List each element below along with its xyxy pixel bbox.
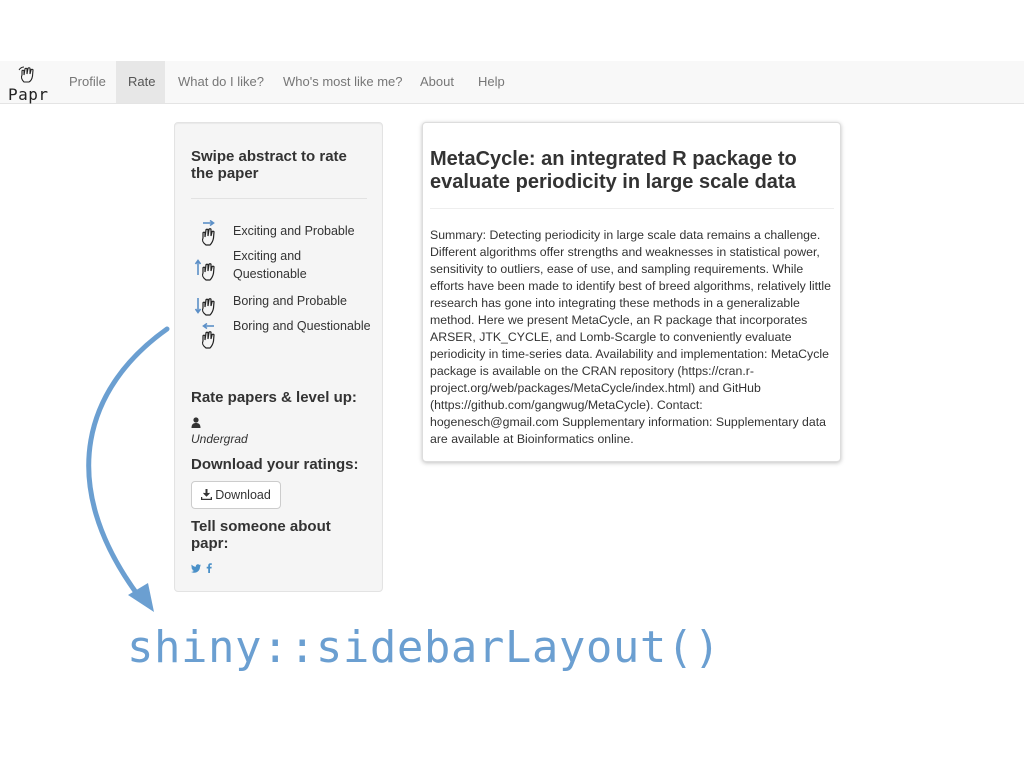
brand-name: Papr xyxy=(8,85,49,104)
legend-exciting-questionable: Exciting and Questionable xyxy=(191,248,371,284)
nav-whos-most-like-me[interactable]: Who's most like me? xyxy=(271,61,415,103)
swipe-up-icon xyxy=(194,259,215,281)
brand-logo[interactable]: Papr xyxy=(7,66,49,104)
level-up-title: Rate papers & level up: xyxy=(191,389,357,406)
nav-help[interactable]: Help xyxy=(466,61,517,103)
code-caption: shiny::sidebarLayout() xyxy=(127,622,721,673)
user-icon xyxy=(191,417,201,428)
legend-label: Exciting and Questionable xyxy=(233,249,307,281)
sidebar-panel: Swipe abstract to rate the paper Excitin… xyxy=(174,122,383,592)
legend-label: Boring and Probable xyxy=(233,294,347,308)
nav-profile[interactable]: Profile xyxy=(57,61,118,103)
paper-abstract: Summary: Detecting periodicity in large … xyxy=(430,228,832,446)
legend-boring-probable: Boring and Probable xyxy=(191,291,371,317)
legend-label: Exciting and Probable xyxy=(233,224,355,238)
swipe-down-icon xyxy=(194,298,215,316)
share-title: Tell someone about papr: xyxy=(191,518,331,552)
swipe-instructions-title: Swipe abstract to rate the paper xyxy=(191,148,347,182)
twitter-icon[interactable] xyxy=(191,560,201,578)
nav-what-do-i-like[interactable]: What do I like? xyxy=(166,61,276,103)
download-button-label: Download xyxy=(215,488,271,502)
hand-swipe-icon xyxy=(18,66,34,83)
divider xyxy=(430,208,834,209)
user-rank: Undergrad xyxy=(191,432,248,446)
paper-title: MetaCycle: an integrated R package to ev… xyxy=(430,148,797,193)
legend-label: Boring and Questionable xyxy=(233,319,371,333)
divider xyxy=(191,198,367,199)
swipe-right-icon xyxy=(201,220,215,246)
legend-exciting-probable: Exciting and Probable xyxy=(191,220,371,246)
navbar: Papr Profile Rate What do I like? Who's … xyxy=(0,61,1024,104)
swipe-left-icon xyxy=(201,323,215,349)
download-icon xyxy=(201,489,213,500)
nav-rate[interactable]: Rate xyxy=(116,61,165,103)
download-title: Download your ratings: xyxy=(191,456,359,473)
nav-about[interactable]: About xyxy=(408,61,466,103)
facebook-icon[interactable] xyxy=(206,560,212,578)
legend-boring-questionable: Boring and Questionable xyxy=(191,318,371,354)
download-button[interactable]: Download xyxy=(191,481,281,509)
abstract-card[interactable]: MetaCycle: an integrated R package to ev… xyxy=(422,122,841,462)
